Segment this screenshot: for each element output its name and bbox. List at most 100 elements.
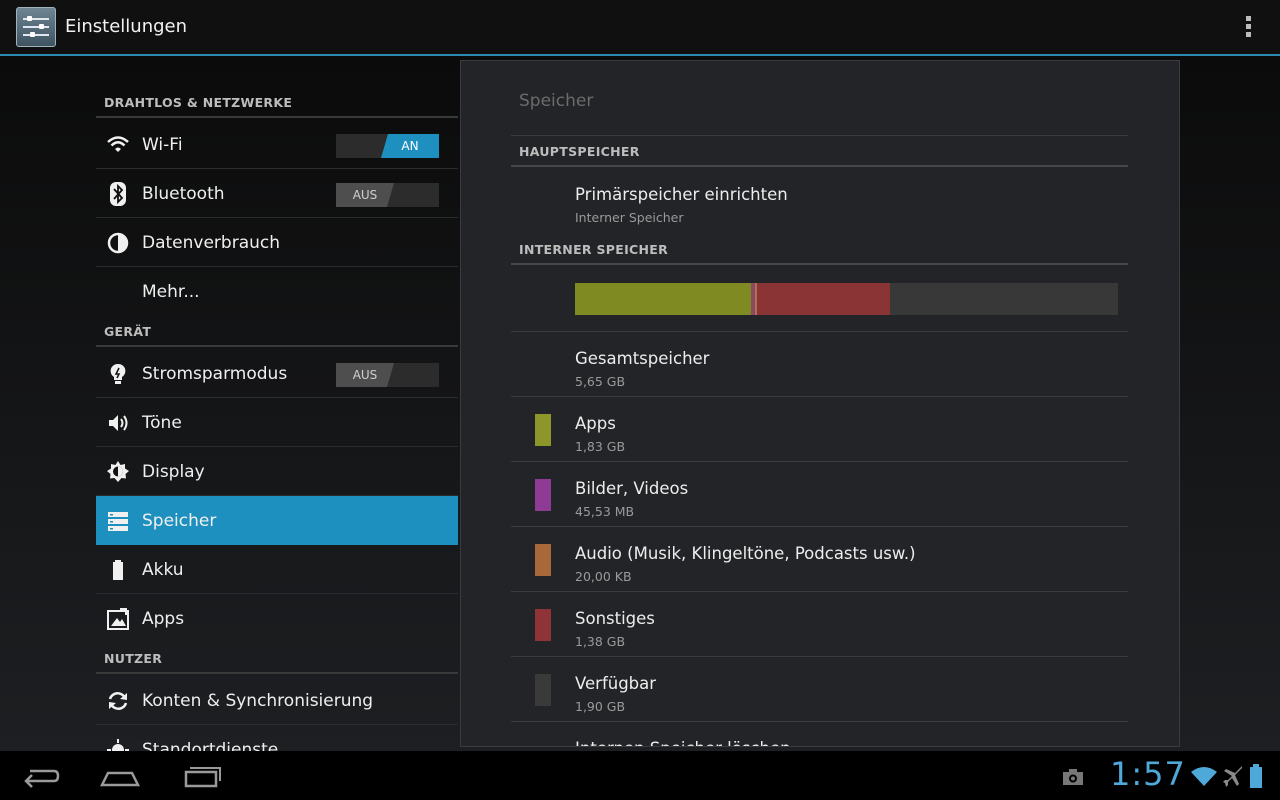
divider (511, 135, 1128, 136)
bluetooth-toggle[interactable]: AUS (336, 183, 439, 207)
color-swatch (535, 609, 551, 641)
sidebar-item-accounts-sync[interactable]: Konten & Synchronisierung (96, 676, 458, 725)
sync-icon (108, 692, 128, 710)
storage-detail-panel[interactable]: Speicher HAUPTSPEICHER Primärspeicher ei… (460, 60, 1180, 747)
back-icon[interactable] (16, 761, 64, 791)
power-saving-toggle[interactable]: AUS (336, 363, 439, 387)
action-bar: Einstellungen (0, 0, 1280, 56)
settings-list[interactable]: DRAHTLOS & NETZWERKE Wi-Fi AN Bluetooth … (96, 56, 458, 751)
item-title: Audio (Musik, Klingeltöne, Podcasts usw.… (575, 544, 916, 563)
bulb-icon (110, 363, 126, 384)
system-navigation-bar: 1:57 (0, 751, 1280, 800)
airplane-icon (1223, 766, 1242, 787)
section-header-device: GERÄT (96, 312, 458, 347)
toggle-state: AUS (336, 183, 394, 207)
toggle-state: AN (381, 134, 439, 158)
item-subtitle: 5,65 GB (575, 374, 626, 389)
sidebar-item-label: Akku (142, 560, 184, 580)
sidebar-item-label: Speicher (142, 511, 217, 531)
speaker-icon (109, 415, 128, 431)
item-title: Gesamtspeicher (575, 349, 710, 368)
item-subtitle: 1,38 GB (575, 634, 626, 649)
sidebar-item-storage[interactable]: Speicher (96, 496, 458, 545)
sidebar-item-wifi[interactable]: Wi-Fi AN (96, 120, 458, 169)
section-title: GERÄT (104, 324, 152, 339)
wifi-toggle[interactable]: AN (336, 134, 439, 158)
erase-internal-storage[interactable]: Internen Speicher löschen (511, 722, 1128, 746)
color-swatch (535, 674, 551, 706)
wifi-status-icon (1191, 767, 1217, 786)
item-title: Internen Speicher löschen (575, 739, 791, 746)
sidebar-item-label: Stromsparmodus (142, 364, 288, 384)
sidebar-item-location[interactable]: Standortdienste (96, 725, 458, 751)
sidebar-item-more[interactable]: Mehr... (96, 267, 458, 316)
section-title: DRAHTLOS & NETZWERKE (104, 95, 293, 110)
usage-bar-segment (889, 283, 1118, 315)
apps-icon (107, 608, 129, 630)
category-row-pictures-videos[interactable]: Bilder, Videos 45,53 MB (511, 462, 1128, 527)
sidebar-item-label: Datenverbrauch (142, 233, 281, 253)
section-title: INTERNER SPEICHER (519, 242, 669, 257)
item-subtitle: 1,90 GB (575, 699, 626, 714)
toggle-state: AUS (336, 363, 394, 387)
category-row-misc[interactable]: Sonstiges 1,38 GB (511, 592, 1128, 657)
usage-bar-segment (575, 283, 751, 315)
sidebar-item-display[interactable]: Display (96, 447, 458, 496)
sidebar-item-label: Wi-Fi (142, 135, 183, 155)
total-storage-row: Gesamtspeicher 5,65 GB (511, 332, 1128, 397)
brightness-icon (107, 461, 129, 482)
item-title: Sonstiges (575, 609, 655, 628)
sidebar-item-sounds[interactable]: Töne (96, 398, 458, 447)
category-row-audio[interactable]: Audio (Musik, Klingeltöne, Podcasts usw.… (511, 527, 1128, 592)
item-title: Bilder, Videos (575, 479, 689, 498)
bluetooth-icon (110, 182, 126, 206)
sidebar-item-power-saving[interactable]: Stromsparmodus AUS (96, 349, 458, 398)
usage-bar-segment (757, 283, 890, 315)
sidebar-item-data-usage[interactable]: Datenverbrauch (96, 218, 458, 267)
section-header-wireless: DRAHTLOS & NETZWERKE (96, 83, 458, 118)
sidebar-item-bluetooth[interactable]: Bluetooth AUS (96, 169, 458, 218)
section-title: HAUPTSPEICHER (519, 144, 640, 159)
app-title: Einstellungen (65, 16, 188, 37)
settings-sliders-icon[interactable] (16, 7, 56, 47)
primary-storage-setup[interactable]: Primärspeicher einrichten Interner Speic… (511, 168, 1128, 233)
sidebar-item-label: Mehr... (142, 282, 200, 302)
category-row-available: Verfügbar 1,90 GB (511, 657, 1128, 722)
battery-icon (113, 560, 123, 580)
recent-apps-icon[interactable] (176, 761, 224, 791)
item-title: Verfügbar (575, 674, 657, 693)
sidebar-item-label: Apps (142, 609, 185, 629)
color-swatch (535, 414, 551, 446)
sidebar-item-label: Bluetooth (142, 184, 225, 204)
content-area: DRAHTLOS & NETZWERKE Wi-Fi AN Bluetooth … (0, 56, 1280, 751)
section-header-main-storage: HAUPTSPEICHER (511, 137, 1128, 167)
wifi-icon (107, 136, 129, 152)
location-icon (107, 739, 129, 751)
section-header-user: NUTZER (96, 639, 458, 674)
sidebar-item-apps[interactable]: Apps (96, 594, 458, 643)
item-title: Apps (575, 414, 616, 433)
home-icon[interactable] (96, 761, 144, 791)
section-header-internal-storage: INTERNER SPEICHER (511, 235, 1128, 265)
screenshot-icon (1063, 769, 1083, 785)
section-title: NUTZER (104, 651, 163, 666)
battery-status-icon (1250, 764, 1262, 788)
detail-title: Speicher (519, 91, 594, 111)
overflow-menu-icon[interactable] (1238, 14, 1258, 40)
sidebar-item-label: Töne (142, 413, 182, 433)
item-title: Primärspeicher einrichten (575, 185, 788, 204)
item-subtitle: 45,53 MB (575, 504, 635, 519)
item-subtitle: Interner Speicher (575, 210, 684, 225)
item-subtitle: 20,00 KB (575, 569, 632, 584)
color-swatch (535, 544, 551, 576)
item-subtitle: 1,83 GB (575, 439, 626, 454)
category-row-apps[interactable]: Apps 1,83 GB (511, 397, 1128, 462)
sidebar-item-label: Standortdienste (142, 740, 279, 751)
storage-icon (108, 512, 128, 531)
storage-usage-bar (575, 283, 1118, 315)
color-swatch (535, 479, 551, 511)
sidebar-item-label: Display (142, 462, 205, 482)
sidebar-item-label: Konten & Synchronisierung (142, 691, 374, 711)
sidebar-item-battery[interactable]: Akku (96, 545, 458, 594)
clock: 1:57 (1110, 755, 1186, 793)
